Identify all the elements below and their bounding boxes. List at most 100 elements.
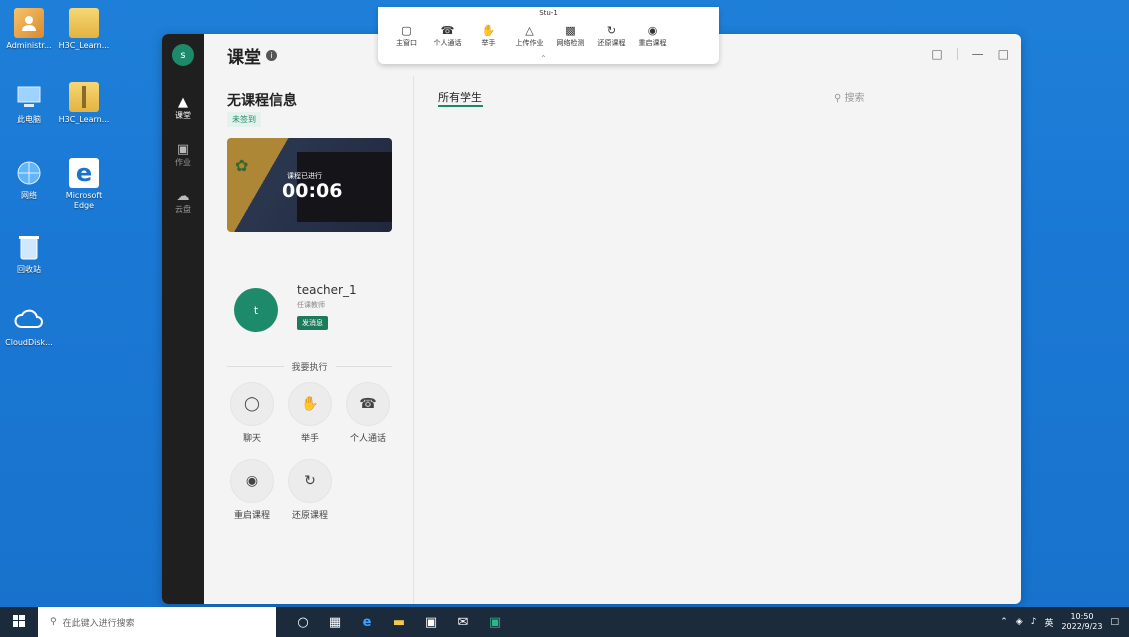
- mail-icon[interactable]: ✉: [452, 615, 474, 630]
- clock[interactable]: 10:50 2022/9/23: [1061, 612, 1102, 632]
- desktop-icon-edge[interactable]: e Microsoft Edge: [55, 158, 113, 211]
- send-message-button[interactable]: 发消息: [297, 316, 328, 330]
- classroom-app-window: s ▲ 课堂 ▣ 作业 ☁ 云盘 课堂 i □ — □ 无课程信息 未签到 ✿: [162, 34, 1021, 604]
- recycle-bin-icon: [14, 232, 44, 262]
- course-title: 无课程信息: [227, 93, 297, 109]
- edge-icon: e: [69, 158, 99, 188]
- side-rail: s ▲ 课堂 ▣ 作业 ☁ 云盘: [162, 34, 204, 604]
- toolbar-network-check[interactable]: ▩ 网络检测: [550, 23, 591, 48]
- course-panel: 无课程信息 未签到 ✿ 课程已进行 00:06 t teacher_1 任课教师…: [204, 76, 414, 604]
- restore-icon: ↻: [288, 459, 332, 503]
- file-explorer-icon[interactable]: ▬: [388, 615, 410, 630]
- notification-icon[interactable]: □: [1110, 617, 1119, 627]
- user-folder-icon: [14, 8, 44, 38]
- status-badge: 未签到: [227, 112, 261, 127]
- clock-date: 2022/9/23: [1061, 622, 1103, 631]
- cortana-icon[interactable]: ○: [292, 615, 314, 630]
- avatar[interactable]: s: [172, 44, 194, 66]
- desktop-icon-recycle-bin[interactable]: 回收站: [0, 232, 58, 275]
- toolbar-label: 个人通话: [433, 39, 462, 47]
- restore-course-action[interactable]: ↻ 还原课程: [284, 459, 336, 521]
- toolbar-label: 上传作业: [515, 39, 544, 47]
- elapsed-timer: 00:06: [282, 180, 343, 202]
- separator: [956, 48, 958, 60]
- toolbar-personal-call[interactable]: ☎ 个人通话: [427, 23, 468, 48]
- teacher-name: teacher_1: [297, 283, 357, 297]
- rail-item-label: 课堂: [175, 111, 191, 120]
- signal-icon: ▩: [565, 24, 576, 37]
- toolbar-main-window[interactable]: ▢ 主窗口: [386, 23, 427, 48]
- rail-item-cloud[interactable]: ☁ 云盘: [162, 186, 204, 219]
- action-label: 重启课程: [233, 511, 270, 521]
- teacher-avatar: t: [234, 288, 278, 332]
- chevron-up-icon[interactable]: ⌃: [1000, 617, 1008, 627]
- hand-icon: ✋: [288, 382, 332, 426]
- window-controls: □ — □: [931, 47, 1009, 61]
- desktop-icon-label: 此电脑: [17, 115, 41, 124]
- folder-icon: [69, 8, 99, 38]
- store-icon[interactable]: ▣: [420, 615, 442, 630]
- action-label: 还原课程: [291, 511, 328, 521]
- toolbar-label: 网络检测: [556, 39, 585, 47]
- desktop-icon-label: H3C_Learn...: [58, 41, 110, 50]
- student-search[interactable]: ⚲ 搜索: [834, 89, 865, 104]
- toolbar-label: 举手: [481, 39, 496, 47]
- class-preview-thumbnail[interactable]: ✿ 课程已进行 00:06: [227, 138, 392, 232]
- search-icon: ⚲: [50, 617, 57, 627]
- volume-icon[interactable]: ♪: [1031, 617, 1037, 627]
- minimize-button[interactable]: —: [972, 47, 984, 61]
- desktop-icon-label: Administr...: [6, 41, 52, 50]
- desktop-icon-clouddisk[interactable]: CloudDisk...: [0, 305, 58, 348]
- desktop-icon-label: 回收站: [17, 265, 41, 274]
- start-button[interactable]: [0, 614, 38, 630]
- chat-icon: ◯: [230, 382, 274, 426]
- tab-all-students[interactable]: 所有学生: [438, 89, 482, 105]
- taskbar-search[interactable]: ⚲ 在此键入进行搜索: [38, 607, 276, 637]
- hand-icon: ✋: [481, 24, 496, 37]
- taskbar-search-placeholder: 在此键入进行搜索: [62, 618, 135, 629]
- actions-heading: 我要执行: [291, 363, 328, 373]
- taskbar: ⚲ 在此键入进行搜索 ○ ▦ e ▬ ▣ ✉ ▣ ⌃ ◈ ♪ 英 10:50 2…: [0, 607, 1129, 637]
- restart-icon: ◉: [647, 24, 658, 37]
- toolbar-raise-hand[interactable]: ✋ 举手: [468, 23, 509, 48]
- toolbar-upload-homework[interactable]: △ 上传作业: [509, 23, 550, 48]
- search-placeholder: 搜索: [844, 93, 865, 104]
- desktop-icon-h3c-learn-2[interactable]: H3C_Learn...: [55, 82, 113, 125]
- collapse-chevron-icon[interactable]: ⌃: [540, 54, 547, 63]
- restart-icon: ◉: [230, 459, 274, 503]
- action-label: 举手: [300, 434, 319, 444]
- divider-line: [227, 366, 284, 367]
- rail-item-label: 作业: [175, 158, 191, 167]
- edge-icon[interactable]: e: [356, 615, 378, 630]
- restart-course-action[interactable]: ◉ 重启课程: [226, 459, 278, 521]
- homework-icon: ▣: [176, 142, 190, 157]
- desktop-icon-this-pc[interactable]: 此电脑: [0, 82, 58, 125]
- window-icon: ▢: [401, 24, 412, 37]
- info-icon[interactable]: i: [266, 49, 277, 61]
- desktop-icon-label: CloudDisk...: [5, 338, 53, 347]
- divider-line: [335, 366, 393, 367]
- task-view-icon[interactable]: ▦: [324, 615, 346, 630]
- active-tab-indicator: [438, 105, 483, 107]
- chat-action[interactable]: ◯ 聊天: [226, 382, 278, 444]
- rail-item-classroom[interactable]: ▲ 课堂: [162, 92, 204, 125]
- ime-indicator[interactable]: 英: [1044, 616, 1053, 629]
- phone-icon: ☎: [440, 24, 455, 37]
- toolbar-restore-course[interactable]: ↻ 还原课程: [591, 23, 632, 48]
- globe-icon[interactable]: ◈: [1016, 617, 1023, 627]
- maximize-button[interactable]: □: [998, 47, 1009, 61]
- toolbar-restart-course[interactable]: ◉ 重启课程: [632, 23, 673, 48]
- system-tray: ⌃ ◈ ♪ 英 10:50 2022/9/23 □: [1000, 607, 1119, 637]
- rail-item-homework[interactable]: ▣ 作业: [162, 139, 204, 172]
- actions-divider: 我要执行: [227, 360, 393, 373]
- desktop-icon-h3c-learn-1[interactable]: H3C_Learn...: [55, 8, 113, 51]
- desktop-icon-network[interactable]: 网络: [0, 158, 58, 201]
- cloud-disk-icon: [14, 305, 44, 335]
- classroom-app-icon[interactable]: ▣: [484, 615, 506, 630]
- message-box-icon[interactable]: □: [931, 47, 942, 61]
- floating-toolbar: Stu-1 ▢ 主窗口 ☎ 个人通话 ✋ 举手 △ 上传作业 ▩ 网络检测 ↻ …: [378, 7, 719, 64]
- toolbar-title: Stu-1: [539, 9, 558, 17]
- raise-hand-action[interactable]: ✋ 举手: [284, 382, 336, 444]
- desktop-icon-administrator[interactable]: Administr...: [0, 8, 58, 51]
- personal-call-action[interactable]: ☎ 个人通话: [342, 382, 394, 444]
